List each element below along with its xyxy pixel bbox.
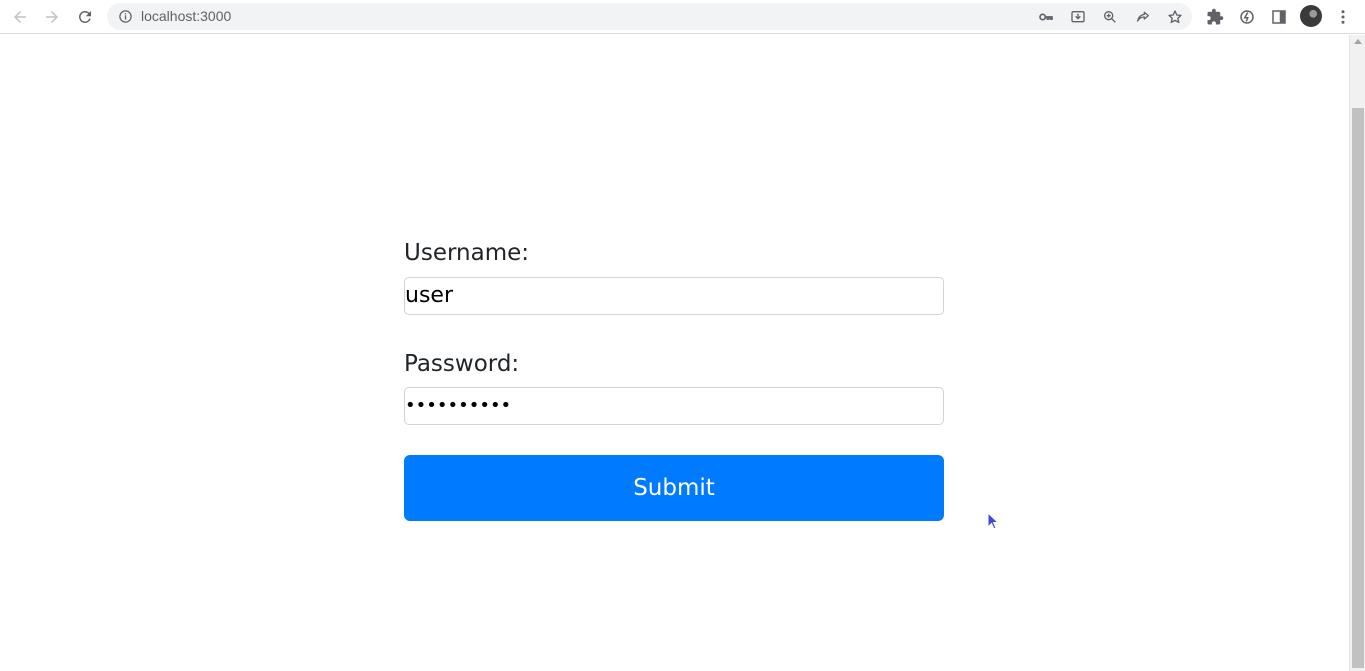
star-icon[interactable]: [1165, 7, 1185, 27]
submit-button[interactable]: Submit: [404, 455, 944, 521]
username-input[interactable]: user: [404, 277, 944, 315]
mouse-cursor-icon: [987, 512, 1000, 530]
zoom-icon[interactable]: [1100, 7, 1120, 27]
install-app-icon[interactable]: [1068, 7, 1088, 27]
login-form: Username: user Password: •••••••••• Subm…: [404, 238, 944, 521]
side-panel-icon[interactable]: [1267, 5, 1291, 29]
page-scrollbar[interactable]: [1349, 35, 1365, 671]
profile-avatar[interactable]: [1300, 5, 1322, 27]
forward-arrow-icon: [46, 11, 58, 23]
password-input[interactable]: ••••••••••: [404, 387, 944, 425]
password-label: Password:: [404, 351, 520, 377]
puzzle-icon[interactable]: [1203, 5, 1227, 29]
reload-icon: [78, 10, 91, 23]
key-icon[interactable]: [1036, 7, 1056, 27]
address-bar[interactable]: localhost:3000: [107, 3, 1192, 30]
back-button[interactable]: [8, 5, 32, 29]
username-label: Username:: [404, 240, 529, 266]
url-text[interactable]: localhost:3000: [141, 8, 231, 25]
info-icon[interactable]: [117, 8, 134, 25]
share-icon[interactable]: [1133, 7, 1153, 27]
forward-button[interactable]: [40, 5, 64, 29]
scroll-thumb[interactable]: [1352, 108, 1364, 668]
browser-toolbar: localhost:3000: [0, 0, 1365, 34]
back-arrow-icon: [14, 11, 26, 23]
extension-icon[interactable]: [1235, 5, 1259, 29]
reload-button[interactable]: [73, 5, 97, 29]
kebab-menu-icon[interactable]: [1331, 5, 1355, 29]
scroll-up-arrow-icon[interactable]: [1354, 39, 1362, 44]
